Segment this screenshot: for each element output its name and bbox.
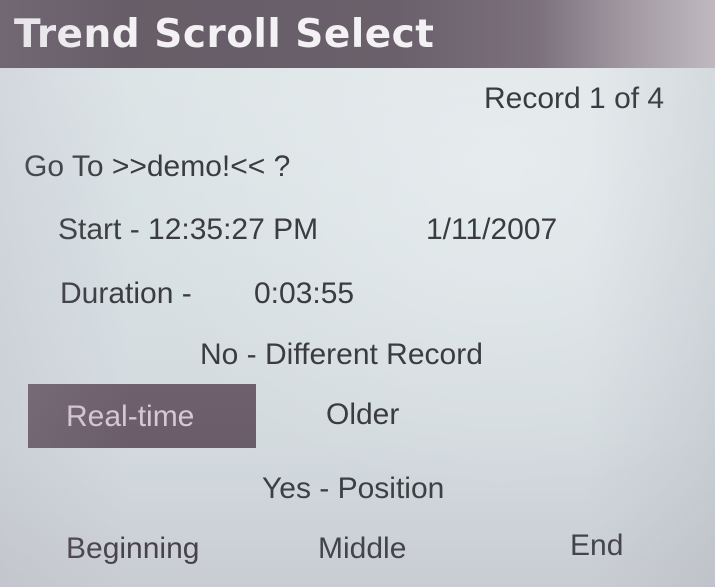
duration-value: 0:03:55	[254, 277, 355, 310]
yes-position-label: Yes - Position	[262, 472, 445, 505]
middle-button[interactable]: Middle	[318, 534, 406, 564]
trend-scroll-select-screen: Trend Scroll Select Record 1 of 4 Go To …	[0, 0, 715, 587]
older-button[interactable]: Older	[326, 400, 399, 430]
no-different-record-label: No - Different Record	[200, 338, 483, 371]
title-bar: Trend Scroll Select	[0, 0, 715, 68]
screen-title: Trend Scroll Select	[14, 12, 435, 57]
start-date: 1/11/2007	[426, 213, 558, 246]
goto-prompt: Go To >>demo!<< ?	[24, 150, 291, 183]
realtime-button-label: Real-time	[66, 400, 195, 433]
beginning-button[interactable]: Beginning	[66, 534, 199, 564]
record-indicator: Record 1 of 4	[484, 82, 665, 115]
end-button[interactable]: End	[570, 531, 623, 561]
start-time: Start - 12:35:27 PM	[58, 213, 319, 246]
duration-label: Duration -	[60, 277, 192, 310]
realtime-button[interactable]: Real-time	[28, 384, 256, 448]
